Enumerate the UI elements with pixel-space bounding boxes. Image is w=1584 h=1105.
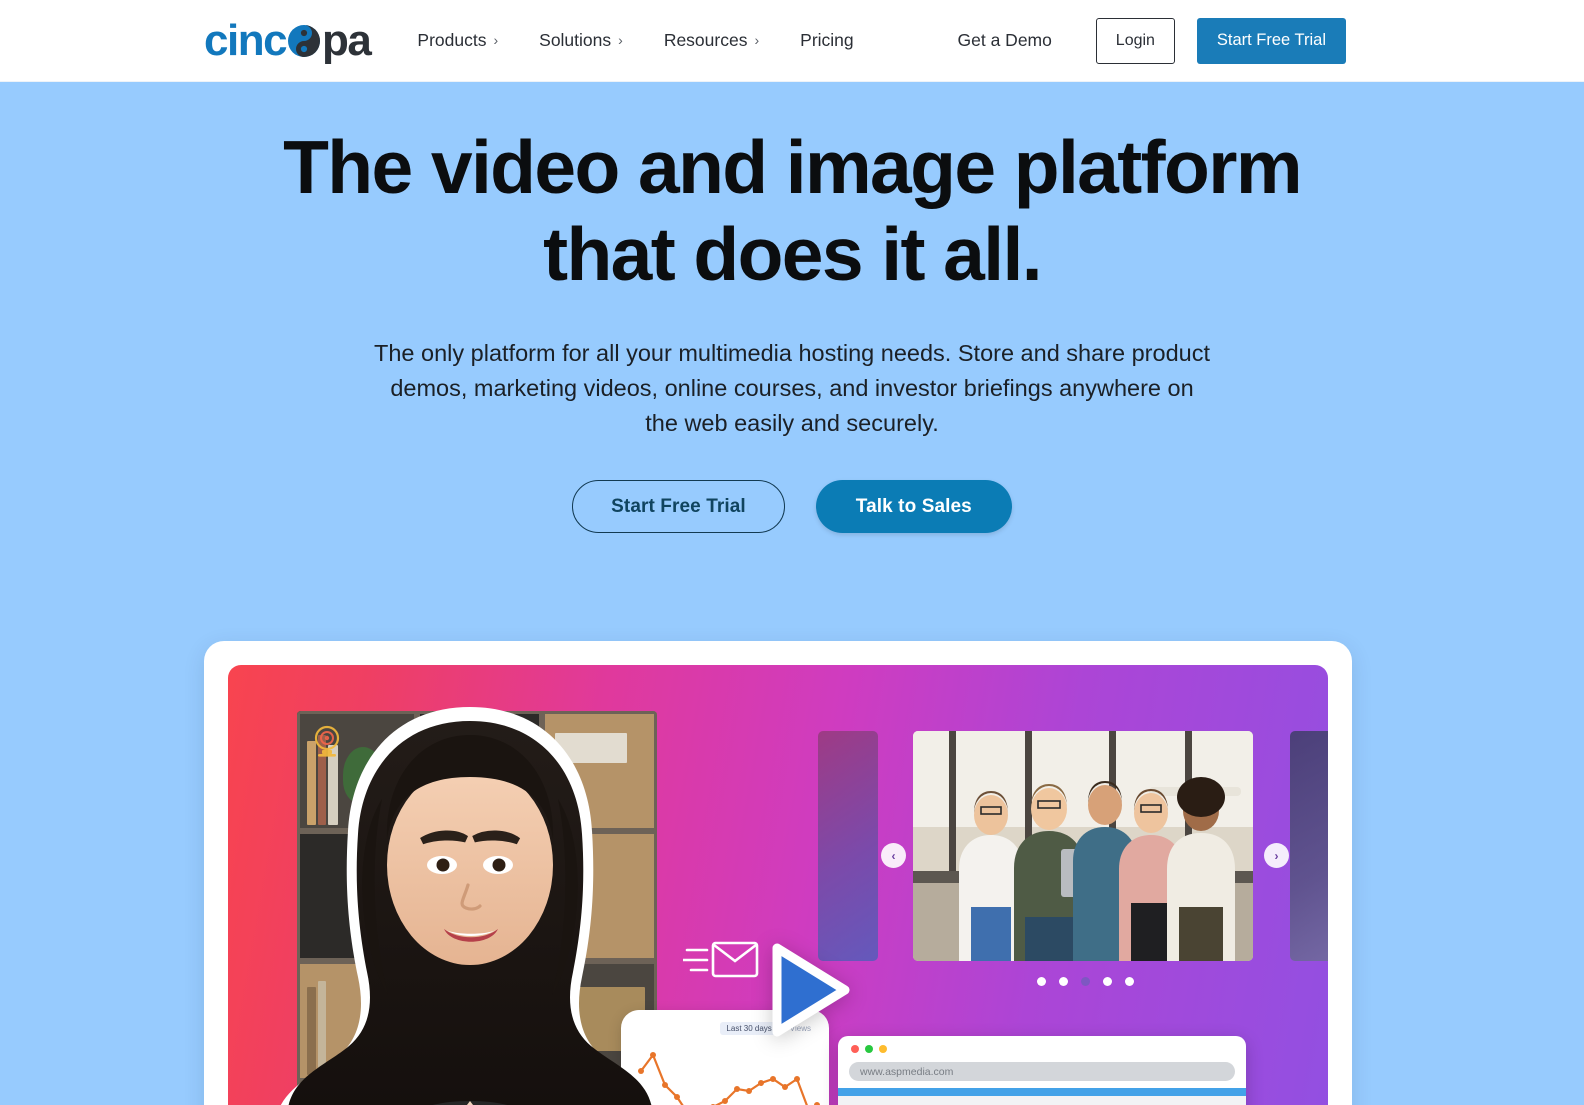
minimize-window-dot[interactable]: [879, 1045, 887, 1053]
hero-cta-group: Start Free Trial Talk to Sales: [0, 480, 1584, 533]
cincopa-yin-yang-mark: [287, 24, 321, 58]
play-button[interactable]: [761, 940, 853, 1045]
carousel-next-button[interactable]: ›: [1264, 843, 1289, 868]
nav-label: Pricing: [800, 30, 854, 50]
carousel-pagination-dots: [818, 977, 1328, 986]
browser-titlebar: [838, 1036, 1246, 1062]
browser-window-mockup: www.aspmedia.com S∕∕: [838, 1036, 1246, 1105]
cincopa-logo[interactable]: cinc pa: [204, 15, 372, 65]
start-free-trial-button-header[interactable]: Start Free Trial: [1196, 17, 1346, 64]
chevron-right-icon: ›: [493, 31, 499, 48]
nav-item-resources[interactable]: Resources ›: [664, 30, 759, 51]
carousel-dot-active[interactable]: [1080, 977, 1090, 986]
site-header: cinc pa Products › Solutions › Resources…: [0, 0, 1584, 82]
chevron-right-icon: ›: [754, 31, 760, 48]
nav-label: Resources: [663, 30, 748, 50]
hero-subtitle: The only platform for all your multimedi…: [374, 340, 1210, 436]
carousel-thumbnail-prev[interactable]: [818, 731, 878, 961]
login-button[interactable]: Login: [1095, 17, 1175, 64]
tablet-device-frame: REC: [204, 641, 1352, 1105]
get-a-demo-link[interactable]: Get a Demo: [958, 30, 1052, 51]
hero-title-line-1: The video and image platform: [283, 125, 1302, 209]
carousel-dot[interactable]: [1036, 977, 1046, 986]
carousel-prev-button[interactable]: ‹: [881, 843, 906, 868]
logo-text-primary: cinc: [204, 15, 288, 65]
carousel-dot[interactable]: [1124, 977, 1134, 986]
image-gallery-carousel: ‹ ›: [818, 709, 1328, 1009]
tablet-screen: REC: [228, 665, 1328, 1105]
hero-content: The video and image platform that does i…: [0, 124, 1584, 533]
browser-address-bar[interactable]: www.aspmedia.com: [849, 1062, 1235, 1081]
hero-section: The video and image platform that does i…: [0, 82, 1584, 1105]
hero-title-line-2: that does it all.: [543, 212, 1042, 296]
presenter-cutout-image: [280, 707, 660, 1105]
page-title: The video and image platform that does i…: [0, 124, 1584, 298]
nav-label: Solutions: [539, 30, 612, 50]
carousel-main-image[interactable]: [913, 731, 1253, 961]
nav-item-products[interactable]: Products ›: [417, 30, 498, 51]
carousel-dot[interactable]: [1058, 977, 1068, 986]
talk-to-sales-button[interactable]: Talk to Sales: [815, 480, 1012, 533]
start-free-trial-button-hero[interactable]: Start Free Trial: [572, 480, 785, 533]
nav-item-solutions[interactable]: Solutions ›: [539, 30, 623, 51]
browser-page-body: S∕∕: [838, 1096, 1246, 1105]
main-navigation: Products › Solutions › Resources › Prici…: [417, 30, 853, 51]
close-window-dot[interactable]: [851, 1045, 859, 1053]
header-actions: Get a Demo Login Start Free Trial: [958, 17, 1346, 64]
chevron-right-icon: ›: [618, 31, 623, 48]
nav-item-pricing[interactable]: Pricing: [800, 30, 854, 51]
site-accent-bar: [838, 1088, 1246, 1096]
nav-label: Products: [417, 30, 487, 50]
office-team-photo: [913, 731, 1253, 961]
email-share-icon: [681, 937, 759, 988]
maximize-window-dot[interactable]: [865, 1045, 873, 1053]
logo-text-secondary: pa: [322, 15, 372, 65]
carousel-thumbnail-next[interactable]: [1290, 731, 1328, 961]
carousel-dot[interactable]: [1102, 977, 1112, 986]
